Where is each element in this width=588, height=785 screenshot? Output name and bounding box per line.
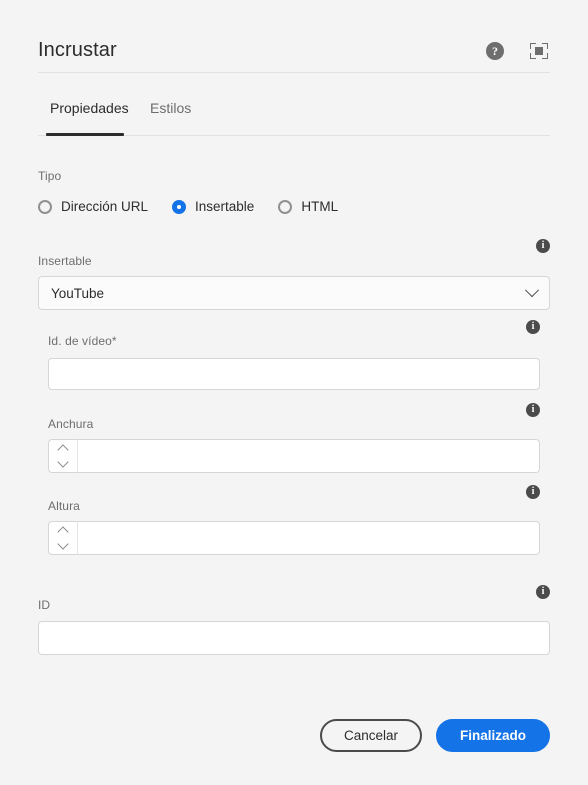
radio-icon <box>38 199 52 214</box>
chevron-down-icon[interactable] <box>57 456 69 468</box>
radio-direccion-url[interactable]: Dirección URL <box>38 199 148 214</box>
embeddable-label: Insertable <box>38 254 92 268</box>
chevron-down-icon[interactable] <box>57 538 69 550</box>
info-icon-insertable[interactable]: i <box>536 239 550 253</box>
radio-html[interactable]: HTML <box>278 199 338 214</box>
header-divider <box>38 72 550 73</box>
tab-propiedades[interactable]: Propiedades <box>50 98 129 130</box>
active-tab-indicator <box>46 133 124 136</box>
fullscreen-icon <box>530 43 548 59</box>
confirm-button[interactable]: Finalizado <box>435 719 550 752</box>
width-label: Anchura <box>48 417 94 431</box>
chevron-up-icon[interactable] <box>57 526 69 538</box>
radio-icon <box>278 199 293 214</box>
dialog-header: Incrustar ? <box>38 36 550 82</box>
id-input[interactable] <box>38 621 550 655</box>
radio-label: Dirección URL <box>61 199 149 214</box>
id-label: ID <box>38 598 51 612</box>
embed-dialog: Incrustar ? Propiedades Estilos Tipo Dir… <box>0 0 588 785</box>
video-id-label-text: Id. de vídeo <box>48 334 112 348</box>
radio-label: Insertable <box>195 199 255 214</box>
radio-insertable[interactable]: Insertable <box>172 199 254 214</box>
type-radio-group: Dirección URL Insertable HTML <box>38 199 362 214</box>
radio-label: HTML <box>301 199 339 214</box>
width-stepper-buttons[interactable] <box>48 439 78 473</box>
cancel-button[interactable]: Cancelar <box>319 719 422 752</box>
help-button[interactable]: ? <box>484 40 506 62</box>
info-icon-height[interactable]: i <box>526 485 540 499</box>
tab-bar: Propiedades Estilos <box>38 98 550 136</box>
width-input[interactable] <box>78 439 540 473</box>
page-title: Incrustar <box>38 39 117 61</box>
tab-estilos[interactable]: Estilos <box>150 98 191 130</box>
chevron-up-icon[interactable] <box>57 444 69 456</box>
video-id-input[interactable] <box>48 358 540 390</box>
required-asterisk: * <box>111 334 117 348</box>
height-stepper <box>48 521 540 555</box>
header-actions: ? <box>484 40 550 62</box>
height-input[interactable] <box>78 521 540 555</box>
embeddable-select-value: YouTube <box>51 285 105 301</box>
info-icon-video-id[interactable]: i <box>526 320 540 334</box>
info-icon-width[interactable]: i <box>526 403 540 417</box>
chevron-down-icon <box>524 283 540 298</box>
fullscreen-button[interactable] <box>528 40 550 62</box>
width-stepper <box>48 439 540 473</box>
help-circle-icon: ? <box>486 42 504 60</box>
radio-selected-icon <box>172 199 187 214</box>
type-label: Tipo <box>38 169 62 183</box>
info-icon-id[interactable]: i <box>536 585 550 599</box>
height-label: Altura <box>48 499 80 513</box>
video-id-label: Id. de vídeo* <box>48 333 117 349</box>
embeddable-select[interactable]: YouTube <box>38 276 550 310</box>
dialog-footer: Cancelar Finalizado <box>319 719 550 752</box>
height-stepper-buttons[interactable] <box>48 521 78 555</box>
